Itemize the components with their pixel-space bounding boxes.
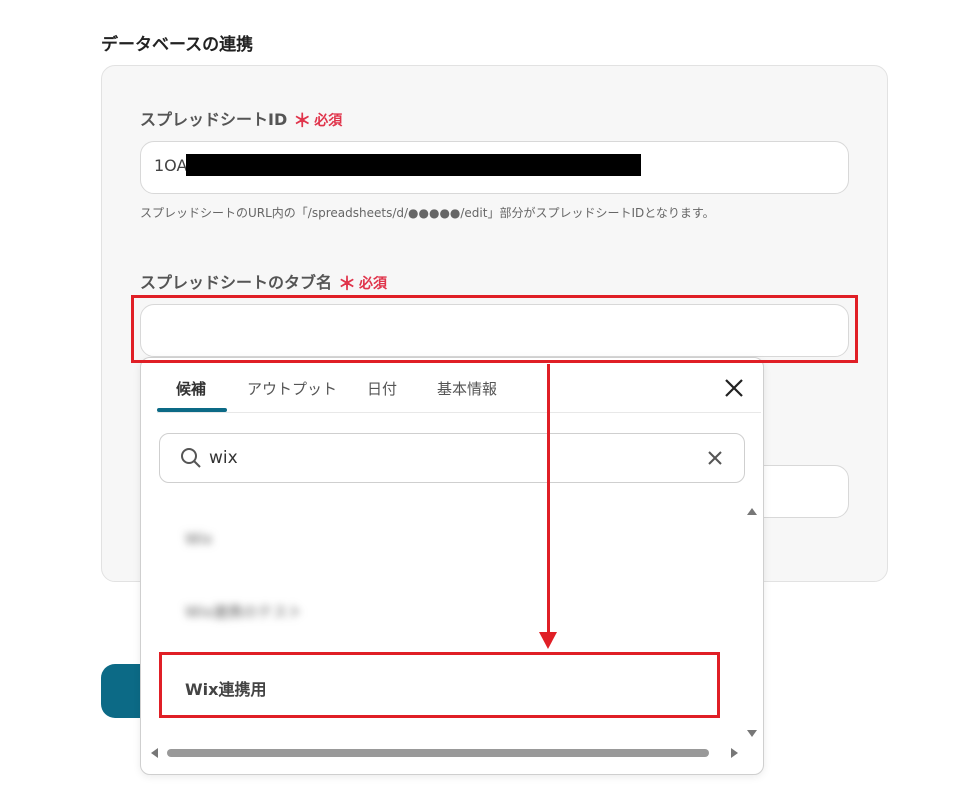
close-icon[interactable]: [723, 377, 745, 399]
scroll-left-icon[interactable]: [151, 748, 158, 758]
required-badge: ＊必須: [293, 111, 343, 132]
spreadsheet-id-label-text: スプレッドシートID: [140, 110, 288, 129]
required-text: 必須: [314, 113, 343, 129]
annotation-arrow-line: [547, 364, 550, 636]
spreadsheet-id-label: スプレッドシートID ＊必須: [140, 105, 343, 132]
required-star: ＊: [338, 274, 357, 295]
highlight-option: [159, 652, 720, 718]
tab-output[interactable]: アウトプット: [247, 378, 337, 399]
tab-name-label: スプレッドシートのタブ名 ＊必須: [140, 268, 388, 295]
required-star: ＊: [293, 111, 312, 132]
tab-candidates[interactable]: 候補: [176, 378, 206, 399]
annotation-arrow-head: [539, 632, 557, 649]
option-item[interactable]: Wix: [185, 530, 213, 548]
required-badge: ＊必須: [338, 274, 388, 295]
search-input[interactable]: wix: [159, 433, 745, 483]
scroll-up-icon[interactable]: [747, 508, 757, 515]
spreadsheet-id-value: 1OA: [154, 156, 188, 175]
tab-date[interactable]: 日付: [367, 378, 397, 399]
search-icon: [181, 448, 201, 468]
scroll-right-icon[interactable]: [731, 748, 738, 758]
search-value: wix: [209, 448, 238, 468]
clear-search-icon[interactable]: [706, 449, 724, 467]
tab-name-label-text: スプレッドシートのタブ名: [140, 273, 333, 292]
tab-divider: [157, 412, 761, 413]
required-text: 必須: [359, 276, 388, 292]
scroll-down-icon[interactable]: [747, 730, 757, 737]
option-item[interactable]: Wix連携のテスト: [185, 601, 303, 622]
redaction-bar: [186, 154, 641, 176]
spreadsheet-id-help: スプレッドシートのURL内の「/spreadsheets/d/●●●●●/edi…: [140, 206, 715, 220]
section-title: データベースの連携: [101, 35, 254, 55]
tab-basic-info[interactable]: 基本情報: [437, 378, 497, 399]
highlight-tab-name-field: [131, 295, 858, 363]
horizontal-scrollbar[interactable]: [167, 749, 709, 757]
